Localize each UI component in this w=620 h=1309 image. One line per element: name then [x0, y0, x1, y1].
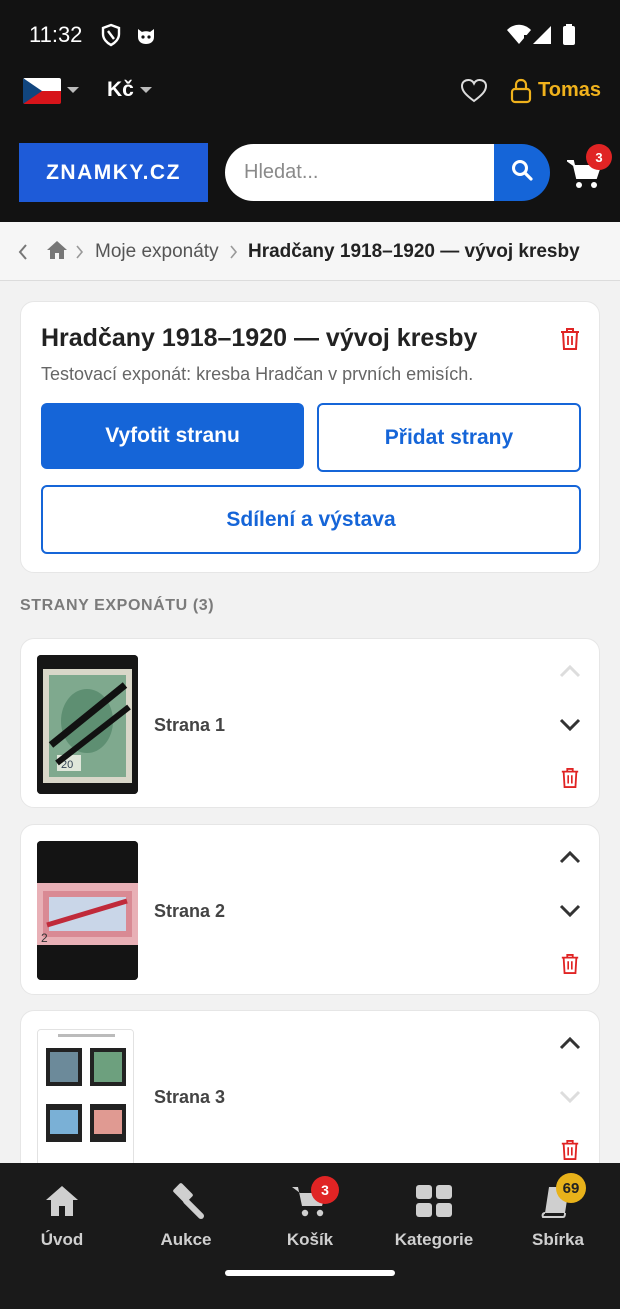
user-lock-icon[interactable]	[510, 78, 532, 109]
page-label: Strana 2	[154, 901, 226, 921]
move-down-chevron-icon[interactable]	[558, 713, 582, 737]
bottom-navigation: Úvod Aukce Košík 3 Kategorie Sbírka 69	[0, 1163, 620, 1309]
currency-selector[interactable]: Kč	[107, 78, 134, 102]
battery-icon	[562, 23, 576, 47]
search-icon	[511, 159, 533, 186]
nav-label: Kategorie	[394, 1230, 474, 1249]
delete-exhibit-trash-icon[interactable]	[559, 327, 581, 356]
delete-page-trash-icon[interactable]	[558, 952, 582, 976]
heart-icon[interactable]	[460, 78, 488, 109]
wifi-icon	[506, 23, 532, 47]
move-down-chevron-icon[interactable]	[558, 1085, 582, 1109]
gesture-home-indicator[interactable]	[225, 1270, 395, 1276]
nav-collection[interactable]: Sbírka 69	[508, 1173, 608, 1250]
svg-text:2: 2	[41, 931, 48, 945]
grid-icon	[384, 1181, 484, 1221]
exhibit-page-item[interactable]: 20 Strana 1	[20, 638, 600, 808]
move-up-chevron-icon[interactable]	[558, 659, 582, 683]
nav-cart-badge: 3	[311, 1176, 339, 1204]
move-up-chevron-icon[interactable]	[558, 845, 582, 869]
move-down-chevron-icon[interactable]	[558, 899, 582, 923]
status-bar: 11:32	[0, 0, 620, 70]
user-account-link[interactable]: Tomas	[538, 79, 601, 102]
status-time: 11:32	[29, 22, 83, 47]
nav-collection-badge: 69	[556, 1173, 586, 1203]
delete-page-trash-icon[interactable]	[558, 766, 582, 790]
home-icon	[12, 1181, 112, 1221]
breadcrumb: Moje exponáty Hradčany 1918–1920 — vývoj…	[0, 222, 620, 281]
header-cart-button[interactable]: 3	[564, 144, 612, 195]
exhibit-description: Testovací exponát: kresba Hradčan v prvn…	[41, 364, 474, 384]
cart-icon	[260, 1181, 360, 1221]
nav-label: Úvod	[40, 1230, 84, 1249]
shield-icon	[100, 23, 122, 47]
page-thumbnail[interactable]	[37, 1029, 134, 1168]
page-thumbnail[interactable]: 20	[37, 655, 138, 794]
nav-label: Aukce	[160, 1230, 212, 1249]
exhibit-page-item[interactable]: 2 Strana 2	[20, 824, 600, 995]
search-field[interactable]	[225, 144, 495, 201]
exhibit-card: Hradčany 1918–1920 — vývoj kresby Testov…	[20, 301, 600, 573]
app-screen: { "status_bar": { "time": "11:32" }, "he…	[0, 0, 620, 1309]
search-button[interactable]	[494, 144, 550, 201]
delete-page-trash-icon[interactable]	[558, 1138, 582, 1162]
pages-section-label: STRANY EXPONÁTU (3)	[20, 597, 215, 614]
cellular-signal-icon	[531, 23, 553, 47]
nav-categories[interactable]: Kategorie	[384, 1181, 484, 1250]
page-thumbnail[interactable]: 2	[37, 841, 138, 980]
nav-auctions[interactable]: Aukce	[136, 1181, 236, 1250]
breadcrumb-current: Hradčany 1918–1920 — vývoj kresby	[248, 241, 580, 262]
cart-count-badge: 3	[586, 144, 612, 170]
add-pages-button[interactable]: Přidat strany	[317, 403, 581, 472]
nav-label: Sbírka	[532, 1230, 584, 1249]
site-logo[interactable]: ZNAMKY.CZ	[19, 143, 208, 202]
nav-cart[interactable]: Košík 3	[260, 1176, 360, 1250]
page-label: Strana 1	[154, 715, 226, 735]
search-input[interactable]	[225, 144, 495, 201]
czech-flag-icon[interactable]	[23, 78, 61, 104]
top-header: Kč Tomas ZNAMKY.CZ 3	[0, 70, 620, 222]
breadcrumb-separator-icon	[74, 244, 84, 265]
nav-label: Košík	[286, 1230, 334, 1249]
nav-home[interactable]: Úvod	[12, 1181, 112, 1250]
exhibit-title: Hradčany 1918–1920 — vývoj kresby	[41, 324, 478, 352]
back-chevron-icon[interactable]	[16, 242, 30, 267]
share-exhibit-button[interactable]: Sdílení a výstava	[41, 485, 581, 554]
page-label: Strana 3	[154, 1087, 226, 1107]
language-chevron-down-icon[interactable]	[67, 87, 79, 93]
breadcrumb-separator-icon	[228, 244, 238, 265]
exhibit-page-item[interactable]: Strana 3	[20, 1010, 600, 1181]
move-up-chevron-icon[interactable]	[558, 1031, 582, 1055]
cat-face-icon	[135, 23, 157, 47]
currency-chevron-down-icon[interactable]	[140, 87, 152, 93]
home-icon[interactable]	[46, 240, 68, 265]
cart-icon	[564, 160, 603, 194]
gavel-icon	[136, 1181, 236, 1221]
take-photo-button[interactable]: Vyfotit stranu	[41, 403, 304, 469]
breadcrumb-link-exhibits[interactable]: Moje exponáty	[95, 241, 219, 263]
